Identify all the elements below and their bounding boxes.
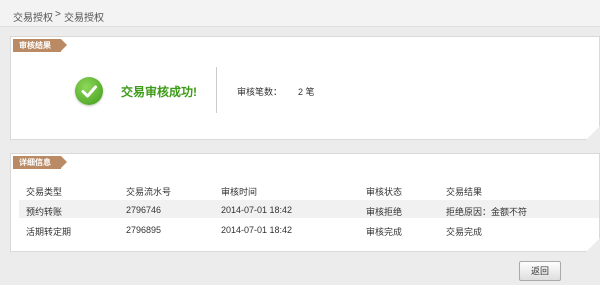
detail-ribbon: 详细信息 bbox=[13, 156, 67, 169]
table-cell: 拒绝原因：金额不符 bbox=[446, 207, 528, 217]
column-header: 审核时间 bbox=[221, 187, 258, 197]
corner-fold bbox=[586, 126, 600, 140]
table-cell: 审核拒绝 bbox=[366, 207, 403, 217]
table-cell: 2014-07-01 18:42 bbox=[221, 225, 293, 235]
table-cell: 交易完成 bbox=[446, 227, 483, 237]
table-cell: 活期转定期 bbox=[26, 227, 72, 237]
column-header: 交易类型 bbox=[26, 187, 63, 197]
table-cell: 2014-07-01 18:42 bbox=[221, 205, 293, 215]
table-cell: 2796895 bbox=[126, 225, 162, 235]
table-cell: 预约转账 bbox=[26, 207, 63, 217]
breadcrumb: 交易授权 > 交易授权 bbox=[0, 0, 600, 27]
count-label: 审核笔数： bbox=[237, 87, 283, 97]
back-button[interactable]: 返回 bbox=[519, 261, 561, 281]
column-header: 交易结果 bbox=[446, 187, 483, 197]
detail-panel: 详细信息 交易类型 交易流水号 审核时间 审核状态 交易结果 预约转账 2796… bbox=[10, 153, 600, 252]
divider bbox=[216, 67, 217, 113]
column-header: 交易流水号 bbox=[126, 187, 172, 197]
success-message: 交易审核成功! bbox=[121, 85, 197, 99]
table-cell: 2796746 bbox=[126, 205, 162, 215]
result-panel: 审核结果 交易审核成功! 审核笔数： 2 笔 bbox=[10, 36, 600, 140]
breadcrumb-current: 交易授权 bbox=[64, 13, 104, 24]
breadcrumb-parent[interactable]: 交易授权 bbox=[13, 9, 53, 24]
table-cell: 审核完成 bbox=[366, 227, 403, 237]
column-header: 审核状态 bbox=[366, 187, 403, 197]
breadcrumb-separator: > bbox=[55, 9, 61, 20]
check-circle-icon bbox=[75, 77, 103, 105]
corner-fold bbox=[586, 238, 600, 252]
count-value: 2 笔 bbox=[298, 87, 315, 97]
result-ribbon: 审核结果 bbox=[13, 39, 67, 52]
